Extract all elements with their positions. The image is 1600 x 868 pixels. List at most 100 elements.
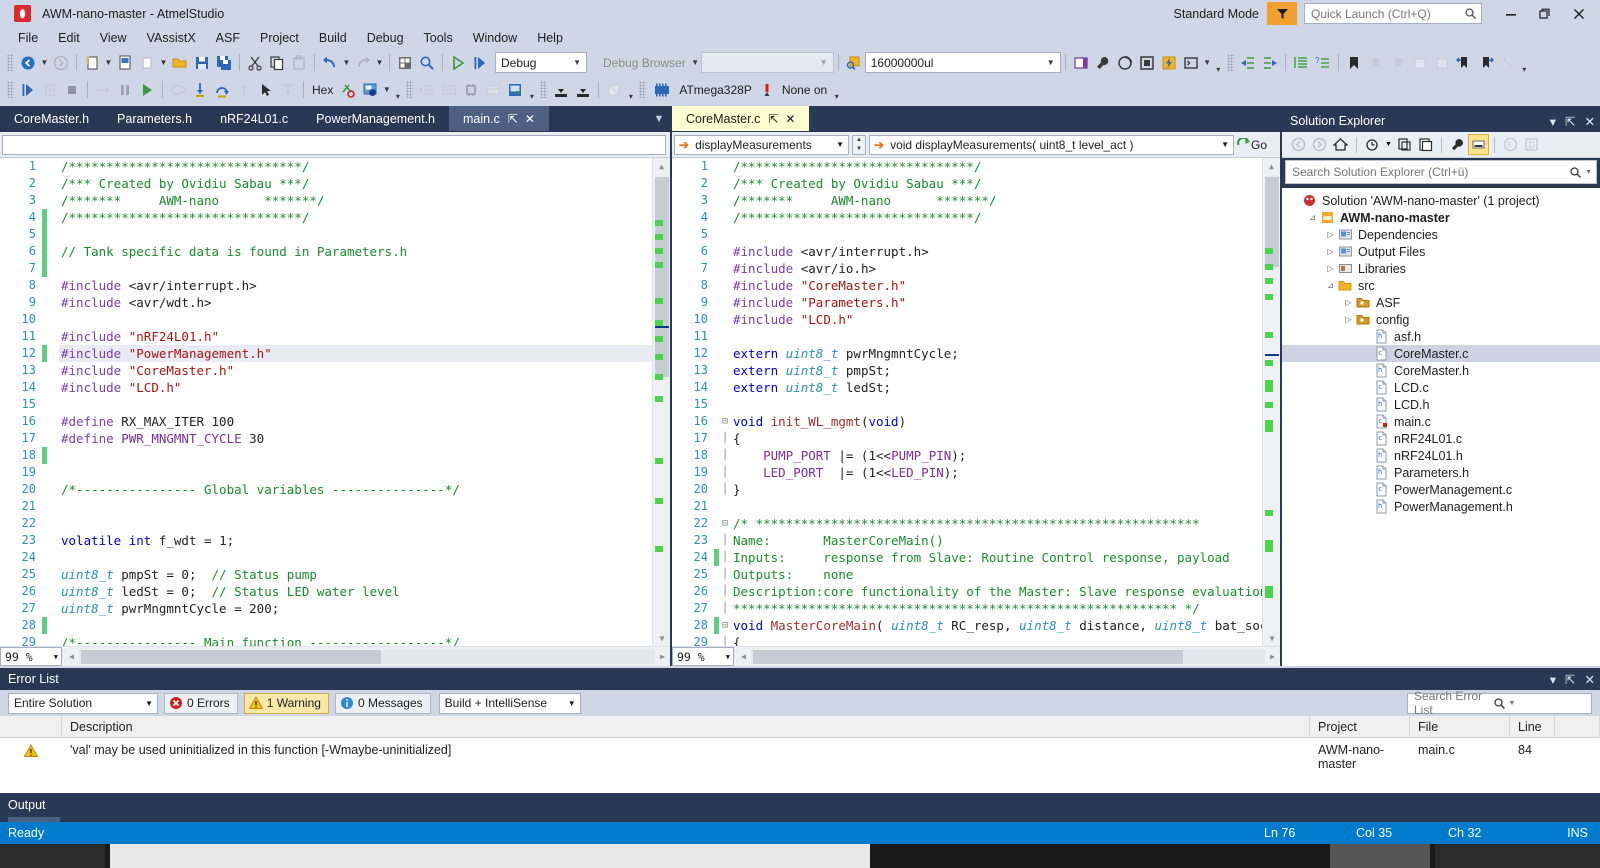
close-icon[interactable]: ✕: [1585, 114, 1595, 129]
expander-icon[interactable]: ▷: [1342, 315, 1355, 324]
hscroll-track[interactable]: [751, 650, 1265, 664]
menu-edit[interactable]: Edit: [48, 29, 90, 47]
close-icon[interactable]: ✕: [785, 112, 795, 126]
toolbar-overflow-1[interactable]: ▾: [1213, 52, 1224, 74]
menu-debug[interactable]: Debug: [357, 29, 414, 47]
start-debugging-icon[interactable]: [447, 52, 469, 74]
trace-view-icon[interactable]: [504, 79, 526, 101]
scroll-down-icon[interactable]: ▼: [1263, 630, 1280, 646]
program-device-2-icon[interactable]: [572, 79, 594, 101]
toolbar-overflow-6[interactable]: ▾: [831, 79, 842, 101]
toolbar-overflow-2[interactable]: ▾: [1519, 52, 1530, 74]
increase-indent-icon[interactable]: [1259, 52, 1281, 74]
tab-overflow-left[interactable]: ▼: [648, 106, 670, 131]
menu-help[interactable]: Help: [527, 29, 573, 47]
code-editor-left[interactable]: 1/*******************************/2/*** …: [0, 158, 670, 666]
expander-icon[interactable]: ▷: [1324, 247, 1337, 256]
toolbar-grip[interactable]: [406, 81, 413, 98]
close-icon[interactable]: ✕: [525, 112, 535, 126]
disable-breakpoints-icon[interactable]: [337, 79, 359, 101]
properties-wrench-icon[interactable]: [1447, 134, 1468, 155]
toolbar-grip[interactable]: [540, 81, 547, 98]
flash-programmer-icon[interactable]: [1158, 52, 1180, 74]
tree-item-parameters-h[interactable]: hParameters.h: [1282, 464, 1600, 481]
toolbar-grip[interactable]: [1227, 54, 1234, 71]
toolbar-grip[interactable]: [7, 81, 14, 98]
program-device-icon[interactable]: [550, 79, 572, 101]
expander-icon[interactable]: ▷: [1324, 264, 1337, 273]
close-button[interactable]: [1562, 0, 1596, 27]
pending-changes-dropdown[interactable]: ▼: [1383, 134, 1394, 155]
tree-item-main-c[interactable]: cmain.c: [1282, 413, 1600, 430]
start-debug-continue-icon[interactable]: [17, 79, 39, 101]
decrease-indent-icon[interactable]: [1237, 52, 1259, 74]
taskbar-item[interactable]: [1330, 844, 1430, 868]
pin-icon[interactable]: ⇱: [508, 112, 518, 126]
new-project-icon[interactable]: [81, 52, 103, 74]
memory-window-icon[interactable]: [359, 79, 381, 101]
horizontal-scrollbar-left[interactable]: ◀ ▶: [64, 648, 670, 666]
expander-icon[interactable]: ⊿: [1324, 281, 1337, 290]
tree-item-powermanagement-h[interactable]: hPowerManagement.h: [1282, 498, 1600, 515]
expander-icon[interactable]: ⊿: [1306, 213, 1319, 222]
collapse-icon[interactable]: ⊟: [719, 413, 731, 430]
menu-project[interactable]: Project: [250, 29, 309, 47]
new-project-dropdown[interactable]: ▼: [103, 52, 114, 74]
menu-view[interactable]: View: [90, 29, 137, 47]
scroll-up-icon[interactable]: ▲: [1263, 158, 1280, 174]
frequency-combo[interactable]: 16000000ul ▼: [865, 52, 1061, 73]
zoom-combo-left[interactable]: 99 % ▼: [0, 647, 62, 666]
memory-window-dropdown[interactable]: ▼: [381, 79, 392, 101]
vertical-scrollbar-right[interactable]: ▲ ▼: [1262, 158, 1280, 646]
next-bookmark-doc-icon[interactable]: [1475, 52, 1497, 74]
taskbar-active-window[interactable]: [110, 844, 870, 868]
properties-window-icon[interactable]: [1468, 134, 1489, 155]
add-item-icon[interactable]: [114, 52, 136, 74]
navigate-back-icon[interactable]: [17, 52, 39, 74]
search-options-dropdown[interactable]: ▼: [1509, 700, 1588, 707]
uncomment-icon[interactable]: ?: [1312, 52, 1334, 74]
tree-item-dependencies[interactable]: ▷Dependencies: [1282, 226, 1600, 243]
expander-icon[interactable]: ▷: [1324, 230, 1337, 239]
tree-item-libraries[interactable]: ▷Libraries: [1282, 260, 1600, 277]
hscroll-track[interactable]: [79, 650, 655, 664]
messages-toggle[interactable]: 0 Messages: [335, 693, 431, 714]
scroll-left-icon[interactable]: ◀: [64, 652, 79, 661]
tree-item-output-files[interactable]: ▷Output Files: [1282, 243, 1600, 260]
find-symbol-icon[interactable]: [843, 52, 865, 74]
scroll-right-icon[interactable]: ▶: [1265, 652, 1280, 661]
tree-item-nrf24l01-h[interactable]: hnRF24L01.h: [1282, 447, 1600, 464]
copy-icon[interactable]: [266, 52, 288, 74]
restore-button[interactable]: [1528, 0, 1562, 27]
quick-launch-input[interactable]: Quick Launch (Ctrl+Q): [1304, 3, 1482, 24]
debug-browser-dropdown[interactable]: ▼: [690, 52, 701, 74]
solution-explorer-icon[interactable]: [394, 52, 416, 74]
collapse-icon[interactable]: ⊟: [719, 617, 731, 634]
step-into-icon[interactable]: [189, 79, 211, 101]
command-prompt-dropdown[interactable]: ▼: [1202, 52, 1213, 74]
col-line-header[interactable]: Line: [1510, 716, 1555, 738]
search-options-dropdown[interactable]: ▼: [1585, 169, 1592, 176]
menu-tools[interactable]: Tools: [414, 29, 463, 47]
collapse-icon[interactable]: ⊟: [719, 515, 731, 532]
hscroll-thumb[interactable]: [753, 650, 1183, 664]
debug-browser-combo[interactable]: ▼: [701, 52, 834, 73]
tree-item-asf-h[interactable]: hasf.h: [1282, 328, 1600, 345]
scope-combo[interactable]: ➔ displayMeasurements ▼: [674, 135, 849, 155]
warnings-toggle[interactable]: 1 Warning: [244, 693, 329, 714]
build-source-combo[interactable]: Build + IntelliSense ▼: [439, 693, 581, 714]
tab-parameters-h[interactable]: Parameters.h: [103, 106, 206, 131]
code-editor-right[interactable]: 1/*******************************/2/*** …: [672, 158, 1280, 666]
pin-icon[interactable]: ⇱: [1565, 672, 1575, 687]
save-icon[interactable]: [191, 52, 213, 74]
step-over-icon[interactable]: [211, 79, 233, 101]
tree-item-nrf24l01-c[interactable]: cnRF24L01.c: [1282, 430, 1600, 447]
col-description-header[interactable]: Description: [62, 716, 1310, 738]
toolbar-overflow-5[interactable]: ▾: [625, 79, 636, 101]
scroll-right-icon[interactable]: ▶: [655, 652, 670, 661]
toggle-bookmark-icon[interactable]: [1343, 52, 1365, 74]
taskbar-tray[interactable]: [1435, 844, 1600, 868]
scope-filter-combo[interactable]: Entire Solution ▼: [8, 693, 158, 714]
tree-item-powermanagement-c[interactable]: cPowerManagement.c: [1282, 481, 1600, 498]
open-terminal-icon[interactable]: [1070, 52, 1092, 74]
